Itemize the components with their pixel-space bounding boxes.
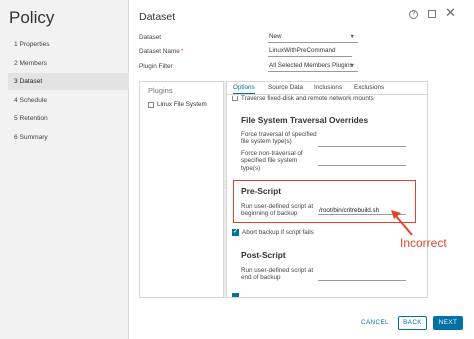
dataset-name-input[interactable]: LinuxWithPreCommand xyxy=(268,46,352,57)
close-icon[interactable]: ✕ xyxy=(445,5,456,21)
dataset-select[interactable]: New ▼ xyxy=(268,32,358,43)
annotation-label: Incorrect xyxy=(400,236,447,250)
wizard-step-members[interactable]: 2 Members xyxy=(8,55,129,72)
pre-script-title: Pre-Script xyxy=(241,186,282,196)
post-script-run-input[interactable] xyxy=(318,272,406,281)
pre-script-run-input[interactable]: /root/bin/critrebuild.sh xyxy=(318,206,406,215)
dataset-name-label-text: Dataset Name xyxy=(139,48,180,55)
traverse-mounts-label: Traverse fixed-disk and remote network m… xyxy=(241,95,374,102)
force-traversal-input[interactable] xyxy=(318,138,406,147)
plugin-filter-label: Plugin Filter xyxy=(139,63,173,70)
checkmark-icon: ✓ xyxy=(232,229,239,236)
tab-exclusions[interactable]: Exclusions xyxy=(354,84,384,93)
checkbox-icon xyxy=(232,96,238,101)
pre-script-run-label: Run user-defined script at beginning of … xyxy=(241,203,314,218)
required-indicator: * xyxy=(180,48,184,55)
plugin-filter-select[interactable]: All Selected Members Plugins ▼ xyxy=(268,61,358,72)
help-icon[interactable]: ? xyxy=(409,10,418,19)
plugin-item-linux-file-system[interactable]: Linux File System xyxy=(148,101,207,108)
back-button[interactable]: BACK xyxy=(398,316,427,330)
cancel-button[interactable]: CANCEL xyxy=(360,316,390,330)
plugin-filter-select-value: All Selected Members Plugins xyxy=(269,62,353,69)
force-non-traversal-label: Force non-traversal of specified file sy… xyxy=(241,150,303,172)
chevron-down-icon: ▼ xyxy=(349,34,355,40)
fs-overrides-title: File System Traversal Overrides xyxy=(241,115,369,125)
wizard-sidebar: Policy 1 Properties 2 Members 3 Dataset … xyxy=(0,0,129,339)
dataset-label: Dataset xyxy=(139,34,162,41)
wizard-step-schedule[interactable]: 4 Schedule xyxy=(8,92,129,109)
maximize-icon[interactable] xyxy=(428,10,436,18)
checkbox-icon xyxy=(148,101,154,108)
post-script-run-label: Run user-defined script at end of backup xyxy=(241,267,314,282)
wizard-steps: 1 Properties 2 Members 3 Dataset 4 Sched… xyxy=(8,36,129,148)
force-non-traversal-input[interactable] xyxy=(318,157,406,166)
next-button[interactable]: NEXT xyxy=(433,316,463,330)
abort-backup-label: Abort backup if script fails xyxy=(242,229,314,236)
wizard-step-retention[interactable]: 5 Retention xyxy=(8,110,129,127)
tab-inclusions[interactable]: Inclusions xyxy=(314,84,342,93)
tab-source-data[interactable]: Source Data xyxy=(268,84,303,93)
plugin-item-label: Linux File System xyxy=(157,101,207,108)
wizard-step-properties[interactable]: 1 Properties xyxy=(8,36,129,53)
dataset-name-label: Dataset Name* xyxy=(139,48,183,55)
grip-icon: · · · xyxy=(224,179,226,191)
dataset-select-value: New xyxy=(269,33,282,40)
abort-backup-checkbox[interactable]: ✓ Abort backup if script fails xyxy=(232,229,314,236)
wizard-step-dataset[interactable]: 3 Dataset xyxy=(8,73,129,91)
plugins-panel: Plugins Linux File System xyxy=(139,81,223,298)
post-script-title: Post-Script xyxy=(241,250,286,260)
wizard-step-summary[interactable]: 6 Summary xyxy=(8,129,129,146)
dialog-title: Dataset xyxy=(139,11,176,23)
plugins-heading: Plugins xyxy=(148,86,173,95)
chevron-down-icon: ▼ xyxy=(349,63,355,69)
checkbox-icon[interactable] xyxy=(232,293,239,297)
wizard-title: Policy xyxy=(9,8,55,27)
traverse-mounts-option[interactable]: Traverse fixed-disk and remote network m… xyxy=(232,95,374,102)
force-traversal-label: Force traversal of specified file system… xyxy=(241,131,317,146)
options-panel: Options Source Data Inclusions Exclusion… xyxy=(227,81,428,298)
